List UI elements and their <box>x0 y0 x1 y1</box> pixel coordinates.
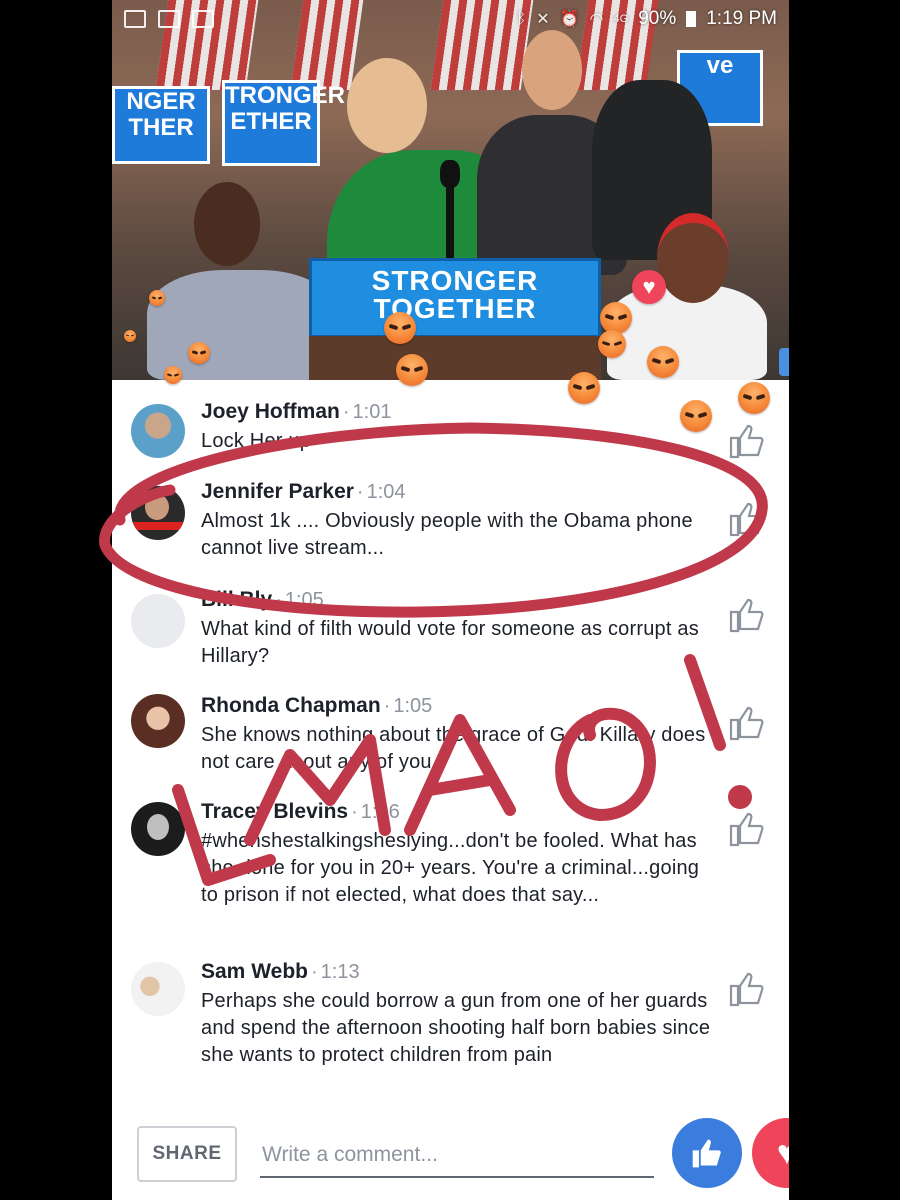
microphone-head <box>440 160 460 188</box>
angry-reaction-icon <box>396 354 428 386</box>
separator-dot: · <box>356 481 364 503</box>
camera-icon <box>192 10 214 28</box>
mute-icon: ✕ <box>536 11 550 28</box>
avatar-face <box>145 494 169 520</box>
like-icon[interactable] <box>727 500 767 538</box>
comment-text: She knows nothing about the grace of God… <box>201 724 706 773</box>
system-icons: ᛒ ✕ ⏰ ◠ 4G 90% 1:19 PM <box>517 8 777 30</box>
angry-reaction-icon <box>164 366 182 384</box>
love-reaction-button[interactable]: ♥ <box>752 1118 789 1188</box>
thumbs-up-icon <box>692 1139 721 1168</box>
avatar[interactable] <box>131 486 185 540</box>
commenter-name[interactable]: Joey Hoffman <box>201 400 340 423</box>
podium-base <box>309 336 601 380</box>
avatar[interactable] <box>131 802 185 856</box>
commenter-name[interactable]: Rhonda Chapman <box>201 694 381 717</box>
clock: 1:19 PM <box>706 8 777 29</box>
comment-body: Jennifer Parker · 1:04 Almost 1k .... Obvi… <box>201 480 721 562</box>
live-video[interactable]: NGER THER TRONGER ETHER ve STRONGER TOGE… <box>112 0 789 380</box>
wifi-icon: ◠ <box>589 11 604 28</box>
heart-reaction-icon: ♥ <box>632 270 666 304</box>
crowd-sign: NGER THER <box>112 86 210 164</box>
like-reaction-button[interactable] <box>672 1118 742 1188</box>
separator-dot: · <box>310 961 318 983</box>
comment-time: 1:05 <box>284 589 324 611</box>
separator-dot: · <box>275 589 282 611</box>
like-icon[interactable] <box>727 704 767 742</box>
angry-reaction-icon <box>124 330 136 342</box>
angry-reaction-icon <box>738 382 770 414</box>
avatar[interactable] <box>131 594 185 648</box>
speaker-head <box>347 58 427 153</box>
nfl-icon <box>158 10 180 28</box>
crowd-sign-text: NGER THER <box>126 88 196 141</box>
bluetooth-icon: ᛒ <box>516 10 527 27</box>
angry-reaction-icon <box>188 342 210 364</box>
comment-time: 1:05 <box>393 695 433 717</box>
like-icon[interactable] <box>727 596 767 634</box>
comment-time: 1:13 <box>320 961 360 983</box>
crowd-sign-text: TRONGER ETHER <box>225 82 345 135</box>
status-bar: ᛒ ✕ ⏰ ◠ 4G 90% 1:19 PM <box>112 0 789 38</box>
comment-time: 1:04 <box>366 481 406 503</box>
comment-text: Almost 1k .... Obviously people with the… <box>201 510 693 559</box>
like-icon[interactable] <box>727 422 767 460</box>
battery-percent: 90% <box>638 8 677 29</box>
share-button[interactable]: SHARE <box>137 1126 237 1182</box>
avatar[interactable] <box>131 404 185 458</box>
comment-time: 1:06 <box>360 801 400 823</box>
commenter-name[interactable]: Sam Webb <box>201 960 308 983</box>
comment-body: Rhonda Chapman · 1:05 She knows nothing ab… <box>201 694 721 776</box>
comment-body: Bill Bly · 1:05 What kind of filth would v… <box>201 588 721 670</box>
comment-body: Sam Webb · 1:13 Perhaps she could borrow a… <box>201 960 721 1069</box>
crowd-sign: TRONGER ETHER <box>222 80 345 166</box>
comment-text: What kind of filth would vote for someon… <box>201 618 699 667</box>
audience-head <box>657 213 729 303</box>
angry-reaction-icon <box>149 290 165 306</box>
podium-sign: STRONGER TOGETHER <box>309 258 601 338</box>
comment-text: Perhaps she could borrow a gun from one … <box>201 990 711 1066</box>
comment-body: Joey Hoffman · 1:01 Lock Her up <box>201 400 721 455</box>
crowd-sign-text: ve <box>706 52 734 79</box>
comment-text: #whenshestalkingsheslying...don't be foo… <box>201 830 700 906</box>
like-icon[interactable] <box>727 970 767 1008</box>
like-icon[interactable] <box>727 810 767 848</box>
heart-icon: ♥ <box>776 1133 789 1172</box>
angry-reaction-icon <box>384 312 416 344</box>
avatar[interactable] <box>131 962 185 1016</box>
separator-dot: · <box>383 695 391 717</box>
battery-icon <box>686 11 697 27</box>
comment-body: Tracey Blevins · 1:06 #whenshestalkingshes… <box>201 800 721 909</box>
audience-head <box>194 182 260 266</box>
comment-time: 1:01 <box>352 401 392 423</box>
phone-screen: NGER THER TRONGER ETHER ve STRONGER TOGE… <box>112 0 789 1200</box>
comment-input[interactable] <box>260 1134 654 1178</box>
podium-line-1: STRONGER <box>371 265 539 296</box>
side-tab-handle[interactable] <box>779 348 789 376</box>
comment-text: Lock Her up <box>201 430 312 452</box>
avatar-banner <box>131 522 185 530</box>
podium-line-2: TOGETHER <box>373 293 537 324</box>
commenter-name[interactable]: Jennifer Parker <box>201 480 354 503</box>
angry-reaction-icon <box>647 346 679 378</box>
notification-icons <box>124 10 214 28</box>
angry-reaction-icon <box>598 330 626 358</box>
angry-reaction-icon <box>600 302 632 334</box>
audience-head <box>522 30 582 110</box>
comment-composer-bar: SHARE ♥ <box>112 1108 789 1200</box>
alarm-icon: ⏰ <box>559 11 580 28</box>
commenter-name[interactable]: Bill Bly <box>201 588 272 611</box>
network-type: 4G <box>613 13 629 25</box>
commenter-name[interactable]: Tracey Blevins <box>201 800 348 823</box>
avatar-face <box>147 814 169 840</box>
separator-dot: · <box>351 801 358 823</box>
gallery-icon <box>124 10 146 28</box>
separator-dot: · <box>342 401 350 423</box>
avatar[interactable] <box>131 694 185 748</box>
